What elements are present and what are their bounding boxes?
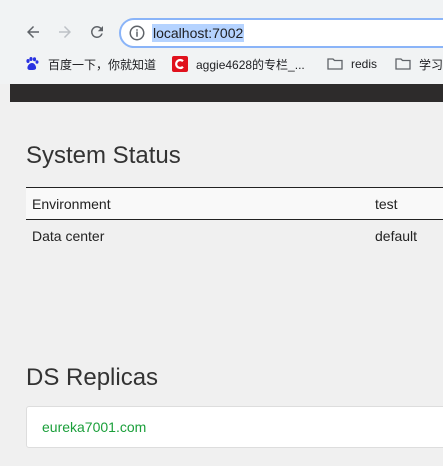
info-icon[interactable]	[128, 24, 146, 42]
replicas-list: eureka7001.com	[26, 406, 443, 448]
system-status-table: Environment test Data center default	[26, 187, 443, 251]
arrow-left-icon	[27, 26, 39, 38]
bookmarks-bar: 百度一下，你就知道 aggie4628的专栏_... redis 学习	[0, 50, 443, 78]
browser-toolbar: localhost:7002	[0, 0, 443, 48]
page-left-edge	[0, 84, 10, 466]
folder-icon	[395, 58, 411, 70]
reload-button[interactable]	[86, 21, 108, 43]
replica-link[interactable]: eureka7001.com	[42, 419, 146, 435]
folder-icon	[327, 58, 343, 70]
bookmark-baidu[interactable]: 百度一下，你就知道	[24, 55, 156, 73]
address-bar[interactable]: localhost:7002	[119, 18, 443, 48]
row-key: Environment	[32, 196, 111, 212]
bookmark-study-folder[interactable]: 学习	[395, 55, 443, 73]
system-status-heading: System Status	[26, 142, 181, 169]
row-key: Data center	[32, 228, 105, 244]
ds-replicas-heading: DS Replicas	[26, 364, 159, 391]
row-value: default	[375, 228, 418, 244]
bookmark-label: 学习	[419, 57, 443, 72]
reload-icon	[90, 25, 103, 38]
csdn-icon	[172, 56, 188, 72]
back-button[interactable]	[22, 21, 44, 43]
table-row: Data center default	[26, 219, 443, 251]
app-navbar	[10, 84, 443, 102]
bookmark-label: aggie4628的专栏_...	[196, 57, 305, 72]
table-row: Environment test	[26, 188, 443, 219]
row-value: test	[375, 196, 398, 212]
url-text[interactable]: localhost:7002	[152, 24, 245, 42]
arrow-right-icon	[59, 26, 71, 38]
bookmark-label: 百度一下，你就知道	[48, 57, 157, 72]
forward-button[interactable]	[54, 21, 76, 43]
bookmark-redis-folder[interactable]: redis	[327, 55, 377, 73]
browser-chrome: localhost:7002 百度一下，你就知道 aggie4628的专栏_..…	[0, 0, 443, 84]
baidu-paw-icon	[26, 57, 39, 71]
bookmark-csdn[interactable]: aggie4628的专栏_...	[172, 55, 305, 73]
bookmark-label: redis	[351, 57, 378, 71]
